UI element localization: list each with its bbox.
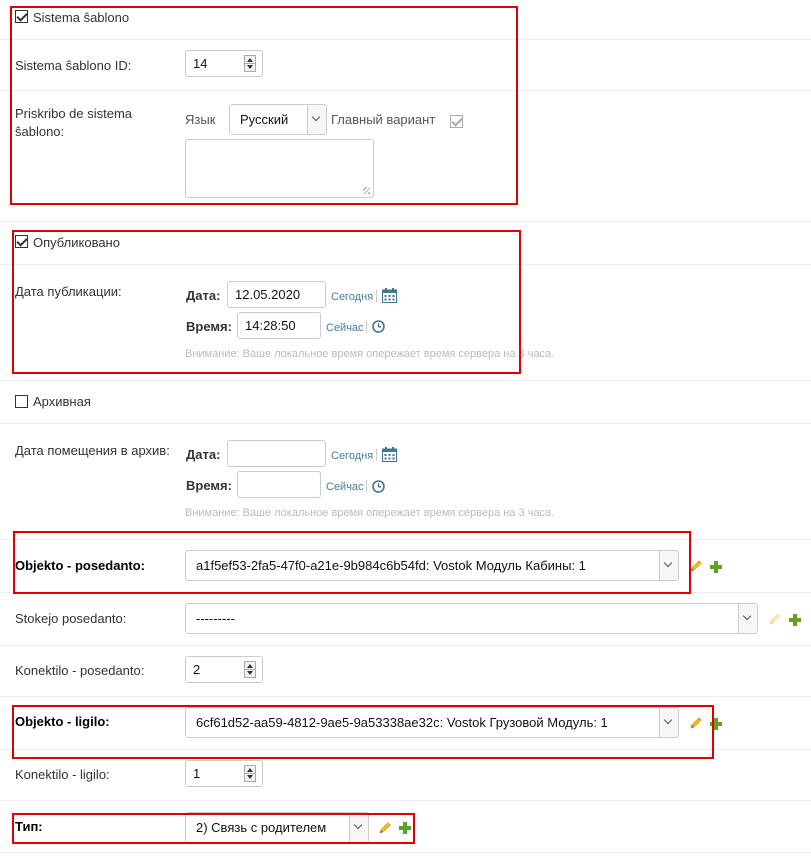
archive-date-input[interactable] — [227, 440, 326, 467]
row-divider — [0, 221, 811, 222]
pencil-icon[interactable] — [689, 559, 703, 573]
row-divider — [0, 800, 811, 801]
link-connector-value: 1 — [193, 766, 201, 781]
owner-connector-value: 2 — [193, 662, 201, 677]
highlight-box — [13, 531, 691, 594]
pencil-icon[interactable] — [768, 612, 782, 626]
add-icon[interactable] — [789, 614, 801, 626]
clock-icon[interactable] — [372, 480, 385, 493]
link-connector-input[interactable]: 1 — [185, 760, 263, 787]
highlight-box — [12, 230, 521, 374]
separator — [376, 449, 377, 461]
highlight-box — [10, 6, 518, 205]
row-divider — [0, 380, 811, 381]
owner-connector-label: Konektilo - posedanto: — [15, 663, 145, 678]
owner-stock-value: --------- — [196, 611, 235, 626]
row-divider — [0, 852, 811, 853]
highlight-box — [12, 705, 714, 759]
time-field-label: Время: — [186, 478, 232, 493]
owner-stock-select[interactable]: --------- — [185, 603, 758, 634]
row-divider — [0, 645, 811, 646]
chevron-down-icon — [738, 604, 757, 633]
highlight-box — [12, 813, 415, 844]
row-divider — [0, 423, 811, 424]
archive-checkbox[interactable] — [15, 395, 28, 408]
owner-connector-input[interactable]: 2 — [185, 656, 263, 683]
archive-checkbox-label: Архивная — [33, 394, 91, 409]
link-connector-label: Konektilo - ligilo: — [15, 767, 110, 782]
calendar-icon[interactable] — [382, 447, 397, 462]
add-icon[interactable] — [710, 561, 722, 573]
owner-stock-label: Stokejo posedanto: — [15, 611, 127, 626]
archive-time-input[interactable] — [237, 471, 321, 498]
archive-date-label: Дата помещения в архив: — [15, 443, 170, 458]
date-field-label: Дата: — [186, 447, 221, 462]
today-link[interactable]: Сегодня — [331, 449, 373, 463]
number-spinner[interactable] — [244, 765, 256, 782]
timezone-warning: Внимание: Ваше локальное время опережает… — [185, 507, 555, 519]
separator — [366, 480, 367, 492]
now-link[interactable]: Сейчас — [326, 480, 364, 494]
number-spinner[interactable] — [244, 661, 256, 678]
row-divider — [0, 696, 811, 697]
